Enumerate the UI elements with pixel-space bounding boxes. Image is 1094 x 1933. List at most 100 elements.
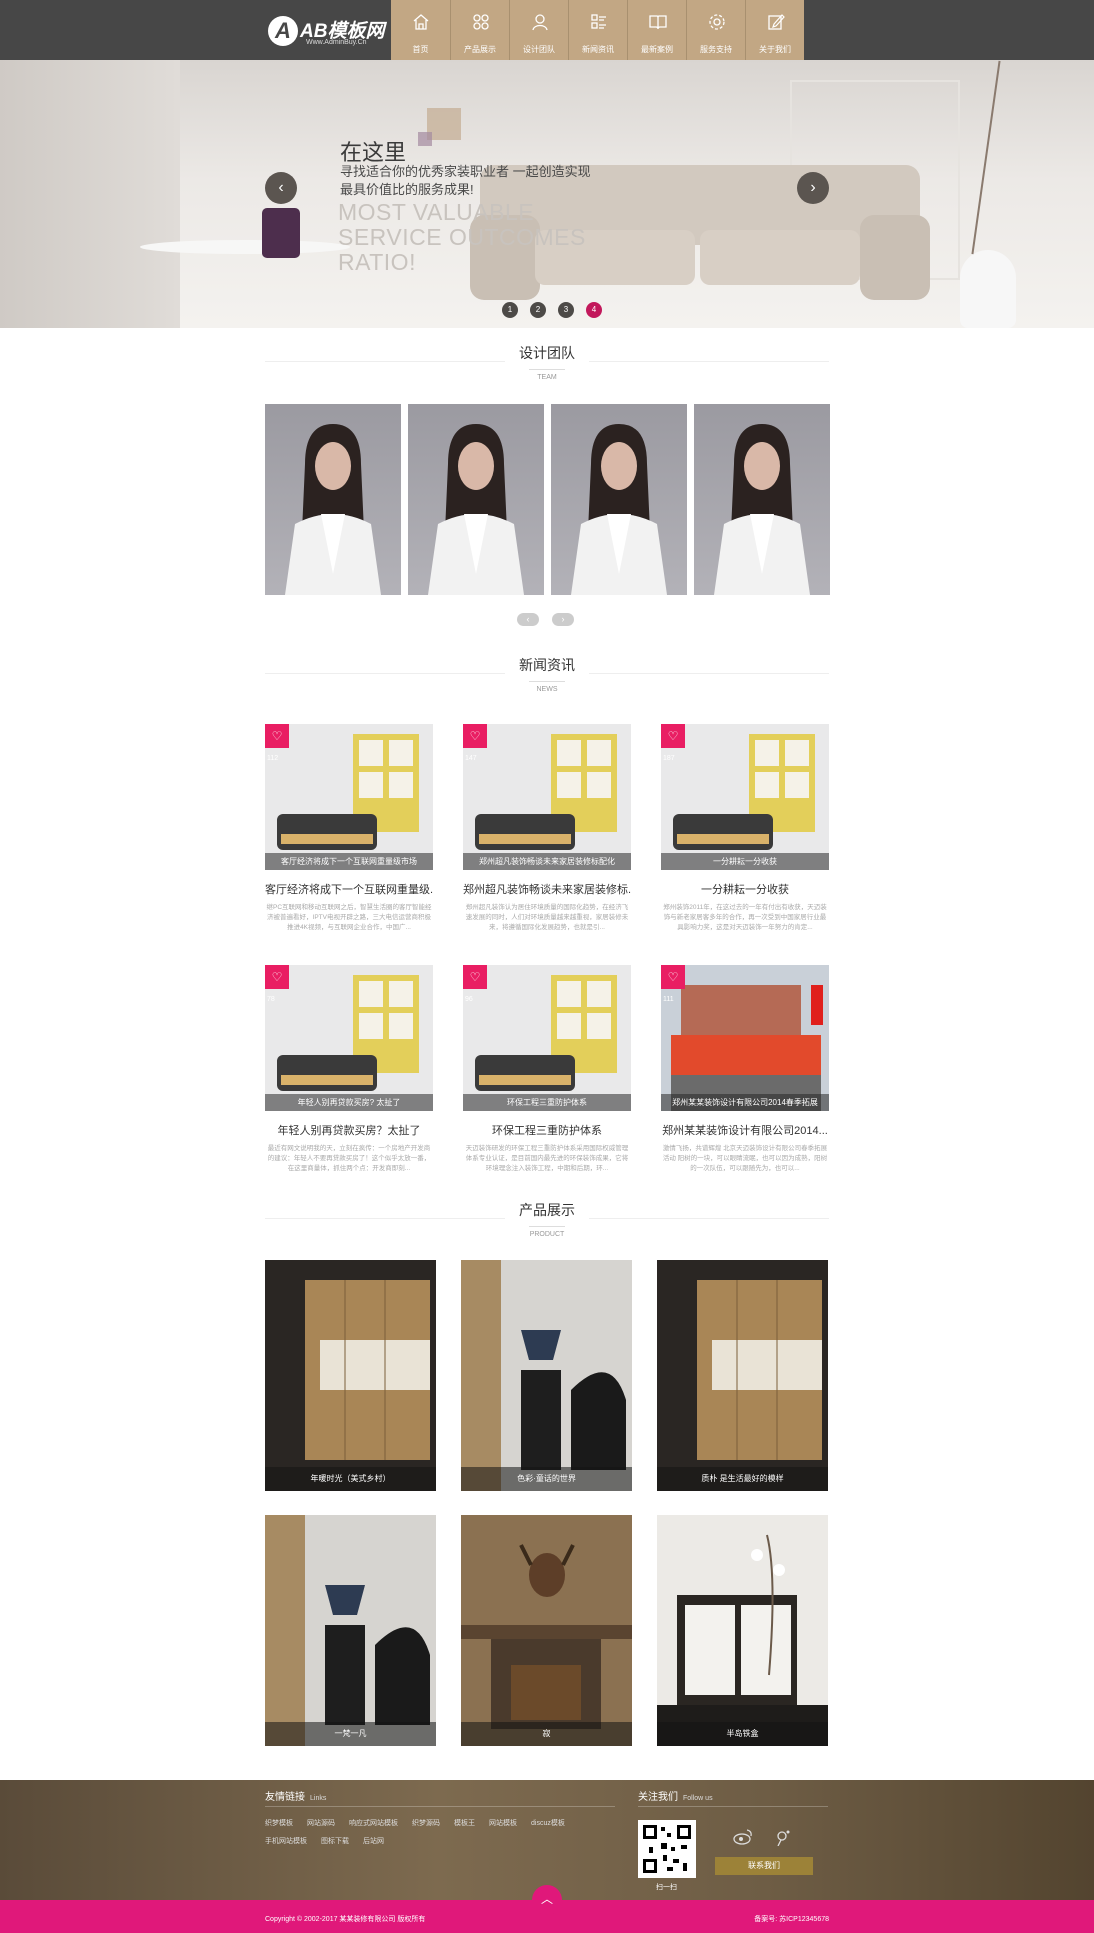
- product-card[interactable]: 一梵一凡: [265, 1515, 436, 1746]
- main-nav: 首页 产品展示 设计团队 新闻资讯 最新案例 服务支持 关于我们: [391, 0, 804, 60]
- news-thumbnail: ♡ 147 郑州超凡装饰畅谈未来家居装修标配化: [463, 724, 631, 870]
- news-caption: 客厅经济将成下一个互联网重量级市场: [265, 853, 433, 870]
- banner-prev-button[interactable]: ‹: [265, 172, 297, 204]
- banner-subtitle-line1: 寻找适合你的优秀家装职业者 一起创造实现: [340, 164, 591, 179]
- footer-link[interactable]: 织梦模板: [265, 1818, 293, 1828]
- weibo-icon[interactable]: [733, 1828, 753, 1846]
- news-description: 郑州超凡装饰认为居住环境质量的国际化趋势，在经济飞速发展的同时，人们对环境质量越…: [465, 904, 629, 931]
- favorite-icon[interactable]: ♡: [661, 965, 685, 989]
- product-card[interactable]: 质朴 是生活最好的模样: [657, 1260, 828, 1491]
- product-caption: 色彩·童话的世界: [461, 1467, 632, 1491]
- banner-dot-4[interactable]: 4: [586, 302, 602, 318]
- news-title[interactable]: 一分耕耘一分收获: [661, 881, 829, 897]
- team-member-card[interactable]: [694, 404, 830, 595]
- nav-item-about[interactable]: 关于我们: [745, 0, 804, 60]
- links-subtitle: Links: [310, 1795, 327, 1802]
- footer-link[interactable]: 网站模板: [489, 1818, 517, 1828]
- banner-next-button[interactable]: ›: [797, 172, 829, 204]
- section-heading: 设计团队: [505, 343, 589, 363]
- news-card[interactable]: ♡ 147 郑州超凡装饰畅谈未来家居装修标配化 郑州超凡装饰畅谈未来家居装修标.…: [463, 724, 631, 933]
- contact-us-button[interactable]: 联系我们: [715, 1857, 813, 1875]
- book-icon: [649, 15, 667, 30]
- team-next-button[interactable]: ›: [552, 613, 574, 626]
- team-member-card[interactable]: [551, 404, 687, 595]
- view-count: 78: [267, 996, 275, 1003]
- favorite-icon[interactable]: ♡: [661, 724, 685, 748]
- footer-divider: [638, 1806, 828, 1807]
- favorite-icon[interactable]: ♡: [265, 965, 289, 989]
- favorite-icon[interactable]: ♡: [463, 965, 487, 989]
- qr-caption: 扫一扫: [656, 1884, 677, 1891]
- footer-link[interactable]: 织梦源码: [412, 1818, 440, 1828]
- banner-dot-3[interactable]: 3: [558, 302, 574, 318]
- news-thumbnail: ♡ 111 郑州某某装饰设计有限公司2014春季拓展: [661, 965, 829, 1111]
- news-card[interactable]: ♡ 112 客厅经济将成下一个互联网重量级市场 客厅经济将成下一个互联网重量级.…: [265, 724, 433, 933]
- news-section-title: 新闻资讯 NEWS: [265, 655, 829, 696]
- news-caption: 年轻人别再贷款买房? 太扯了: [265, 1094, 433, 1111]
- product-card[interactable]: 色彩·童话的世界: [461, 1260, 632, 1491]
- footer-link[interactable]: 模板王: [454, 1818, 475, 1828]
- news-title[interactable]: 年轻人别再贷款买房？太扯了: [265, 1122, 433, 1138]
- footer-link[interactable]: 后站网: [363, 1836, 384, 1846]
- product-caption: 寂: [461, 1722, 632, 1746]
- favorite-icon[interactable]: ♡: [265, 724, 289, 748]
- icp-text: 备案号: 苏ICP12345678: [754, 1916, 829, 1923]
- nav-item-cases[interactable]: 最新案例: [627, 0, 686, 60]
- footer-link[interactable]: 响应式网站模板: [349, 1818, 398, 1828]
- footer-link[interactable]: 网站源码: [307, 1818, 335, 1828]
- news-card[interactable]: ♡ 111 郑州某某装饰设计有限公司2014春季拓展 郑州某某装饰设计有限公司2…: [661, 965, 829, 1174]
- banner-subtitle: 寻找适合你的优秀家装职业者 一起创造实现 最具价值比的服务成果!: [340, 163, 640, 199]
- product-photo: [657, 1260, 828, 1491]
- product-card[interactable]: 年暖时光（美式乡村）: [265, 1260, 436, 1491]
- news-title[interactable]: 郑州超凡装饰畅谈未来家居装修标...: [463, 881, 631, 897]
- product-card[interactable]: 半岛铁盒: [657, 1515, 828, 1746]
- site-logo[interactable]: A AB模板网 Www.AdminBuy.Cn: [268, 12, 388, 52]
- nav-label: 首页: [412, 45, 429, 54]
- follow-heading: 关注我们 Follow us: [638, 1788, 713, 1803]
- news-caption: 郑州超凡装饰畅谈未来家居装修标配化: [463, 853, 631, 870]
- follow-title: 关注我们: [638, 1792, 678, 1803]
- product-caption: 年暖时光（美式乡村）: [265, 1467, 436, 1491]
- news-card[interactable]: ♡ 78 年轻人别再贷款买房? 太扯了 年轻人别再贷款买房？太扯了 最近有网文说…: [265, 965, 433, 1174]
- product-card[interactable]: 寂: [461, 1515, 632, 1746]
- accent-square: [427, 108, 461, 140]
- news-title[interactable]: 客厅经济将成下一个互联网重量级...: [265, 881, 433, 897]
- nav-label: 关于我们: [759, 45, 791, 54]
- news-card[interactable]: ♡ 96 环保工程三重防护体系 环保工程三重防护体系 天迈装饰研发的环保工程三重…: [463, 965, 631, 1174]
- view-count: 96: [465, 996, 473, 1003]
- team-member-card[interactable]: [265, 404, 401, 595]
- news-card[interactable]: ♡ 187 一分耕耘一分收获 一分耕耘一分收获 郑州装饰2011年，在这过去的一…: [661, 724, 829, 933]
- grid-icon: [473, 14, 489, 30]
- room-photo: [265, 724, 433, 870]
- window-panel: [0, 60, 180, 328]
- section-subheading: NEWS: [529, 681, 565, 693]
- links-heading: 友情链接 Links: [265, 1788, 326, 1803]
- news-title[interactable]: 郑州某某装饰设计有限公司2014...: [661, 1122, 829, 1138]
- tencent-weibo-icon[interactable]: [775, 1828, 793, 1846]
- team-member-card[interactable]: [408, 404, 544, 595]
- favorite-icon[interactable]: ♡: [463, 724, 487, 748]
- news-description: 天迈装饰研发的环保工程三重防护体系采用国际权威管理体系专业认证，是目前国内最先进…: [465, 1145, 629, 1172]
- banner-dot-1[interactable]: 1: [502, 302, 518, 318]
- nav-item-news[interactable]: 新闻资讯: [568, 0, 627, 60]
- nav-label: 服务支持: [700, 45, 732, 54]
- team-prev-button[interactable]: ‹: [517, 613, 539, 626]
- nav-item-service[interactable]: 服务支持: [686, 0, 745, 60]
- nav-item-team[interactable]: 设计团队: [509, 0, 568, 60]
- follow-subtitle: Follow us: [683, 1795, 713, 1802]
- product-photo: [461, 1515, 632, 1746]
- vase-white: [960, 250, 1016, 328]
- back-to-top-button[interactable]: ︿: [532, 1885, 562, 1915]
- footer-divider: [265, 1806, 615, 1807]
- news-title[interactable]: 环保工程三重防护体系: [463, 1122, 631, 1138]
- news-thumbnail: ♡ 187 一分耕耘一分收获: [661, 724, 829, 870]
- team-icon: [532, 14, 548, 31]
- nav-item-products[interactable]: 产品展示: [450, 0, 509, 60]
- group-photo: [661, 965, 829, 1111]
- footer-link[interactable]: 手机网站模板: [265, 1836, 307, 1846]
- news-caption: 环保工程三重防护体系: [463, 1094, 631, 1111]
- footer-link[interactable]: discuz模板: [531, 1818, 565, 1828]
- footer-link[interactable]: 图标下载: [321, 1836, 349, 1846]
- banner-dot-2[interactable]: 2: [530, 302, 546, 318]
- nav-item-home[interactable]: 首页: [391, 0, 450, 60]
